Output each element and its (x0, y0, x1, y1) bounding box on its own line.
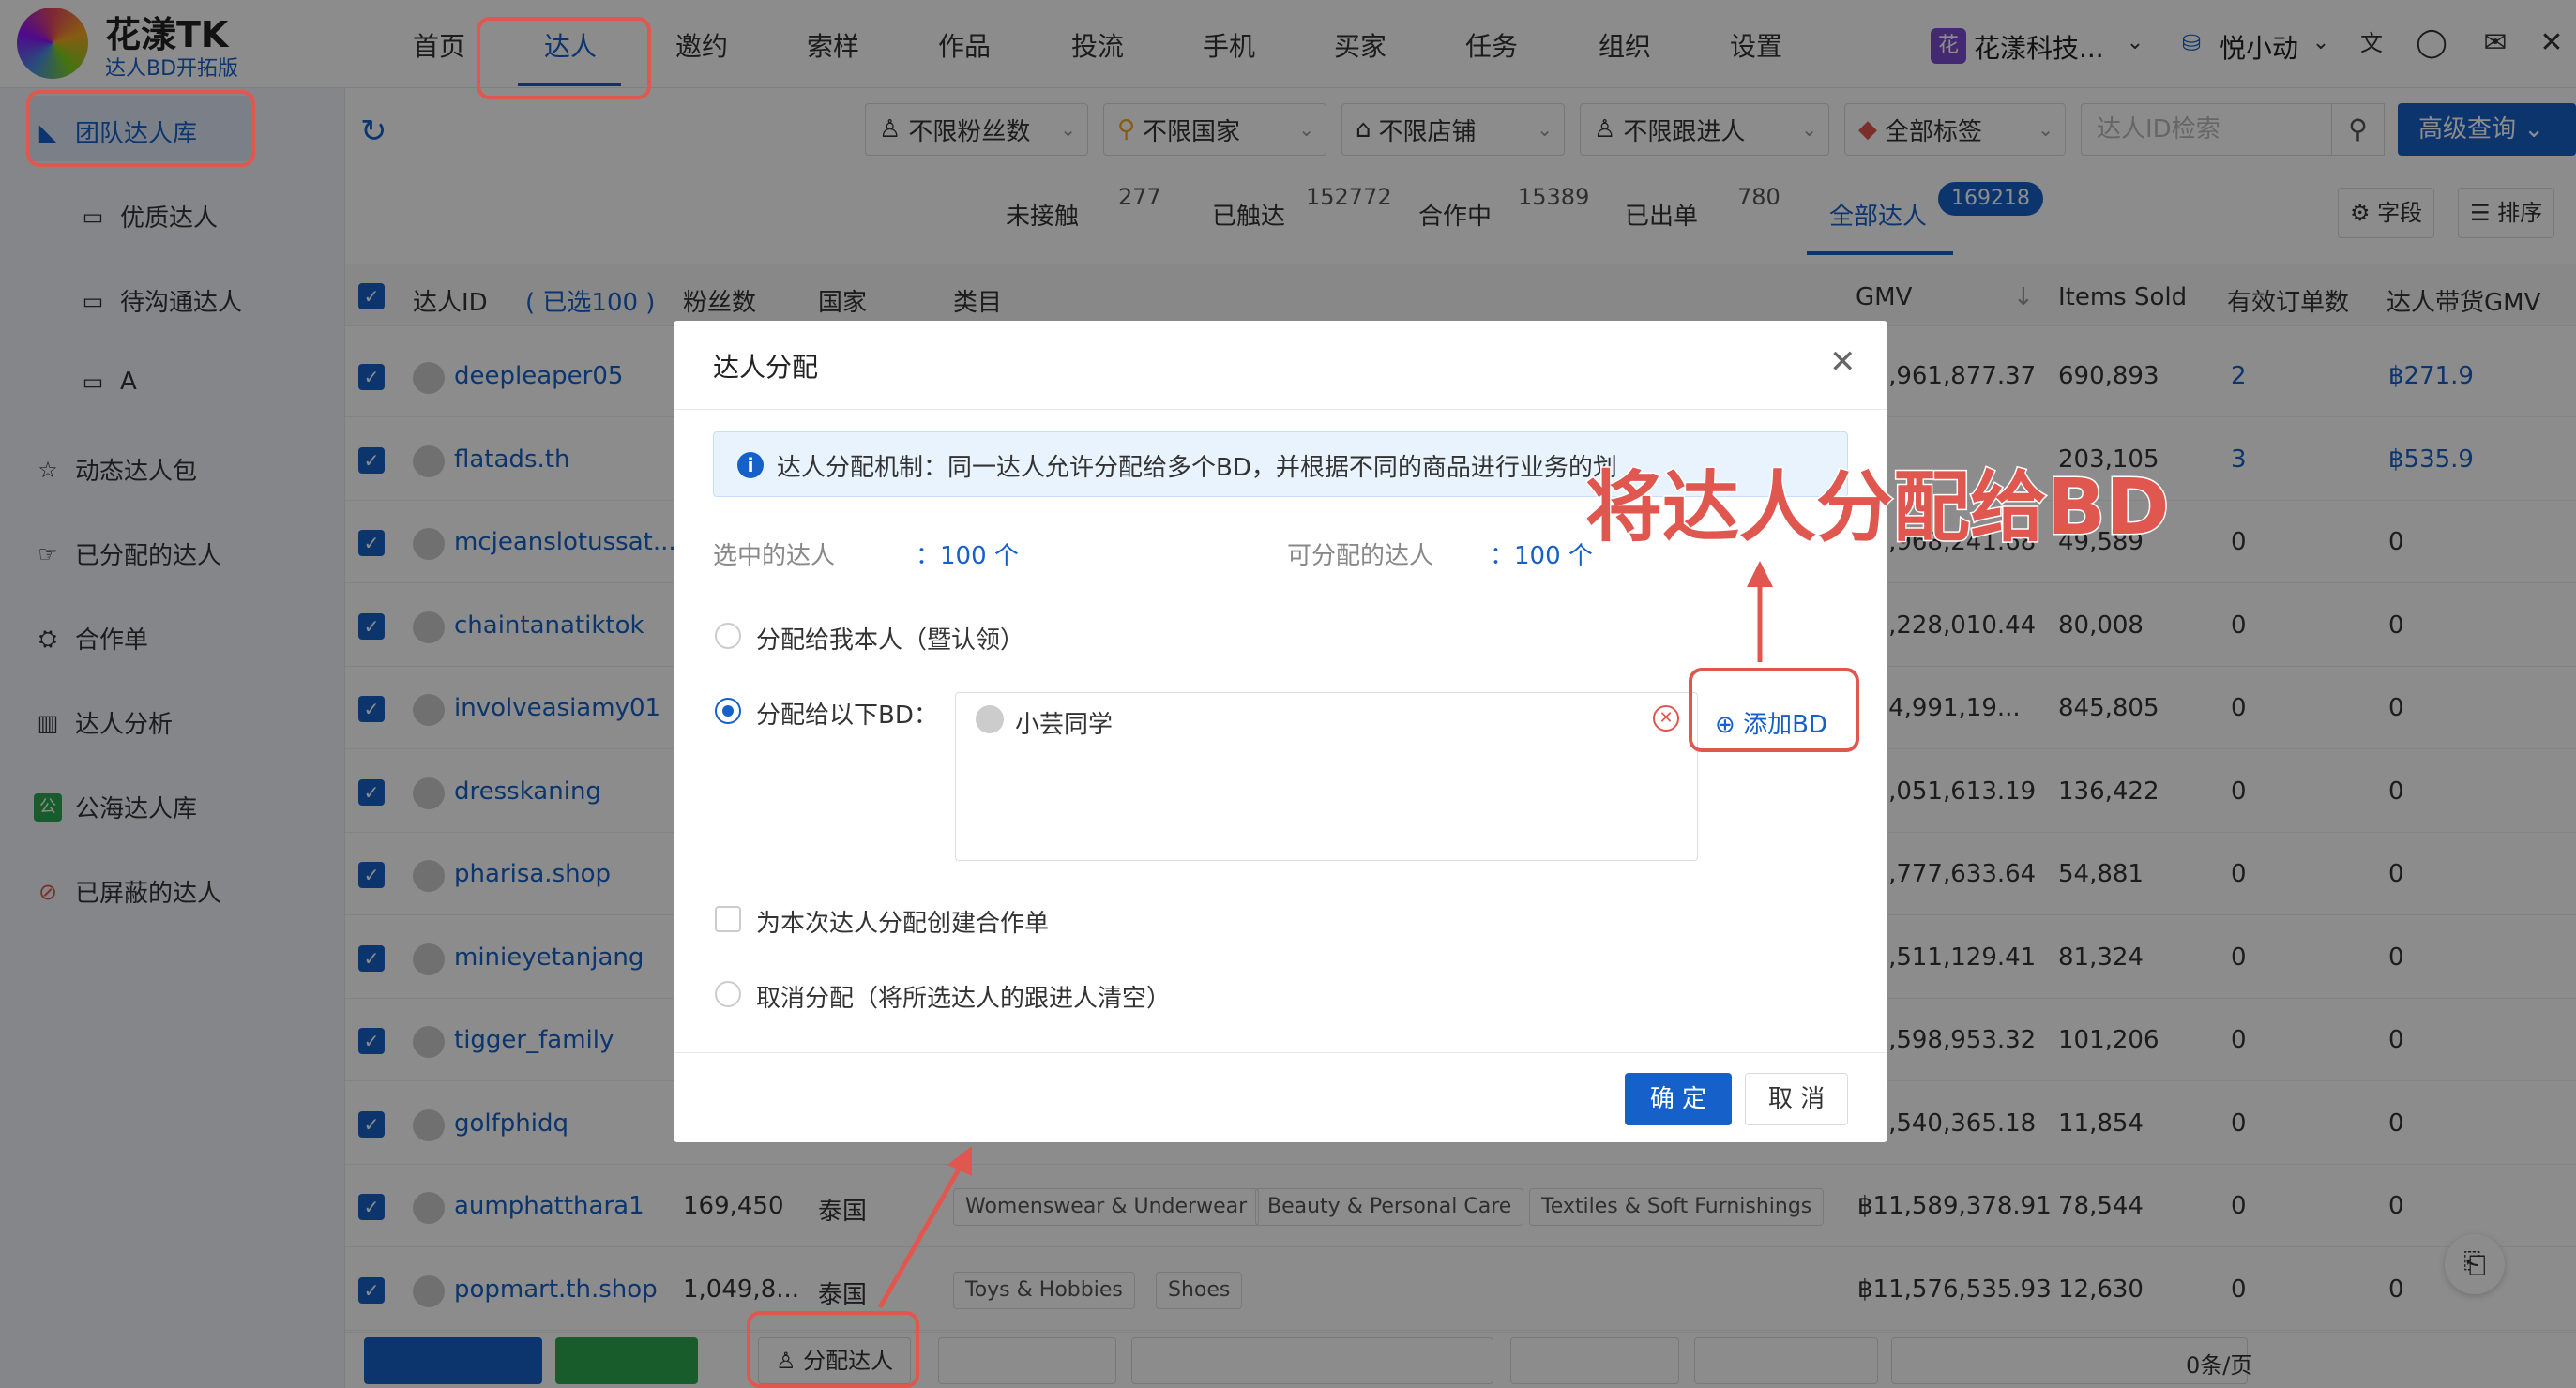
annotation-arrows (877, 561, 1773, 1309)
callout-text: 将达人分配给BD (1584, 462, 2172, 554)
arrow-to-dialog (877, 1161, 965, 1309)
arrowhead (1747, 561, 1773, 587)
